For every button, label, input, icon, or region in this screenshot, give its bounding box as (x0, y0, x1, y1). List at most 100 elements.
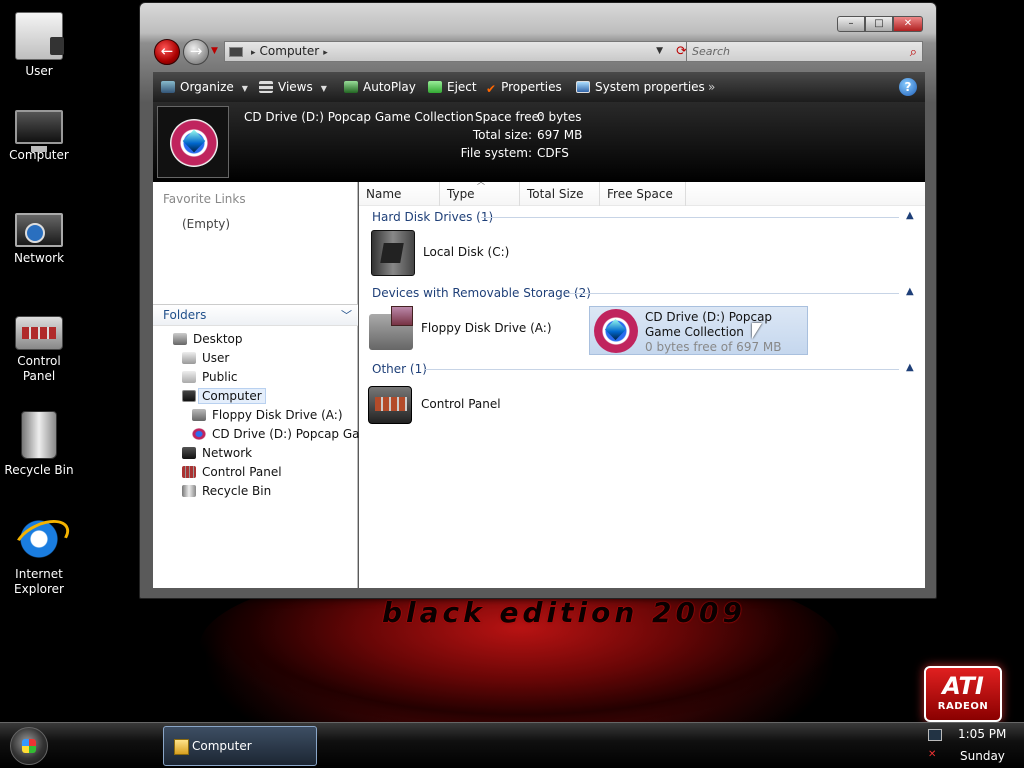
floppy-drive-icon (369, 306, 413, 350)
tree-item-desktop[interactable]: Desktop (173, 330, 243, 349)
properties-button[interactable]: ✔ Properties (486, 72, 562, 103)
breadcrumb-separator: ▸ (251, 48, 256, 58)
group-divider (425, 369, 899, 370)
network-tray-icon[interactable] (928, 729, 942, 741)
user-folder-icon (15, 12, 64, 60)
minimize-button[interactable]: – (837, 16, 865, 32)
chevron-down-icon: ▼ (320, 84, 327, 93)
favorite-links-heading: Favorite Links (163, 192, 246, 206)
tree-item-label: Floppy Disk Drive (A:) (212, 408, 343, 422)
desktop-icon-network[interactable]: Network (0, 205, 78, 266)
collapse-group-icon[interactable]: ▲ (906, 210, 914, 221)
tree-item-label: CD Drive (D:) Popcap Game (212, 427, 379, 441)
tree-item-label: Network (202, 446, 253, 460)
eject-icon (428, 81, 442, 93)
maximize-button[interactable]: □ (865, 16, 893, 32)
autoplay-icon (344, 81, 358, 93)
collapse-group-icon[interactable]: ▲ (906, 286, 914, 297)
hard-disk-icon (371, 230, 415, 276)
drive-item-local-disk[interactable]: Local Disk (C:) (371, 230, 571, 278)
desktop-icon-recycle-bin[interactable]: Recycle Bin (0, 411, 78, 478)
eject-button[interactable]: Eject (428, 72, 477, 103)
views-icon (259, 81, 273, 93)
organize-button[interactable]: Organize ▼ (161, 72, 248, 103)
tree-item-computer[interactable]: Computer (182, 387, 266, 406)
autoplay-button[interactable]: AutoPlay (344, 72, 416, 103)
window-controls: – □ ✕ (837, 16, 923, 32)
desktop-icon-internet-explorer[interactable]: Internet Explorer (0, 515, 78, 597)
close-button[interactable]: ✕ (893, 16, 923, 32)
tree-item-user[interactable]: User (182, 349, 229, 368)
tree-item-label: Recycle Bin (202, 484, 272, 498)
group-header-hard-disk-drives[interactable]: Hard Disk Drives (1) (372, 209, 493, 225)
start-button[interactable] (10, 727, 48, 765)
search-placeholder: Search (692, 45, 731, 58)
drive-item-cd-drive[interactable]: CD Drive (D:) Popcap Game Collection 0 b… (589, 306, 808, 355)
folders-header[interactable]: Folders ﹀ (153, 304, 358, 326)
eject-label: Eject (447, 80, 477, 94)
desktop-icon-control-panel[interactable]: Control Panel (0, 308, 78, 384)
group-header-removable-storage[interactable]: Devices with Removable Storage (2) (372, 285, 591, 301)
recent-pages-dropdown-icon[interactable]: ▼ (211, 46, 218, 56)
column-header-total-size[interactable]: Total Size (520, 182, 600, 206)
user-folder-icon (182, 352, 196, 364)
organize-icon (161, 81, 175, 93)
search-icon[interactable]: ⌕ (910, 43, 917, 62)
breadcrumb-computer[interactable]: Computer (260, 44, 320, 58)
address-bar[interactable]: ▸ Computer ▸ ▼ ⟳ (224, 41, 694, 62)
group-header-other[interactable]: Other (1) (372, 361, 427, 377)
system-properties-button[interactable]: System properties (576, 72, 705, 103)
tree-item-public[interactable]: Public (182, 368, 238, 387)
computer-icon (15, 110, 63, 152)
more-commands-button[interactable]: » (708, 72, 715, 103)
popcap-gem-icon (192, 428, 206, 440)
command-bar: Organize ▼ Views ▼ AutoPlay Eject ✔ Propert… (153, 71, 925, 102)
tree-item-label: Control Panel (202, 465, 282, 479)
breadcrumb-separator[interactable]: ▸ (323, 48, 328, 58)
views-button[interactable]: Views ▼ (259, 72, 327, 103)
desktop-icon-label: Network (13, 251, 65, 265)
tree-item-network[interactable]: Network (182, 444, 252, 463)
wallpaper-graphic: black edition 2009 (382, 596, 746, 629)
ati-logo-text: ATI (942, 672, 984, 700)
tree-item-recycle-bin[interactable]: Recycle Bin (182, 482, 271, 501)
column-header-free-space[interactable]: Free Space (600, 182, 686, 206)
details-pane: CD Drive (D:) Popcap Game Collection Spa… (153, 102, 925, 182)
back-button[interactable]: ← (154, 39, 180, 65)
organize-label: Organize (180, 80, 234, 94)
collapse-group-icon[interactable]: ▲ (906, 362, 914, 373)
chevron-down-icon[interactable]: ﹀ (341, 305, 352, 326)
item-label: Control Panel (421, 397, 501, 411)
search-input[interactable]: Search ⌕ (686, 41, 923, 62)
control-panel-icon (182, 466, 196, 478)
drive-item-floppy[interactable]: Floppy Disk Drive (A:) (369, 306, 569, 354)
item-control-panel[interactable]: Control Panel (368, 382, 568, 430)
address-dropdown-icon[interactable]: ▼ (656, 42, 663, 61)
desktop-icon-label: Control Panel (17, 354, 61, 383)
navigation-bar: ← → ▼ ▸ Computer ▸ ▼ ⟳ Search ⌕ (154, 39, 924, 67)
chevron-down-icon: ▼ (241, 84, 248, 93)
desktop-icon-label: Internet Explorer (14, 567, 64, 596)
clock-time[interactable]: 1:05 PM (958, 727, 1006, 741)
properties-label: Properties (501, 80, 562, 94)
group-divider (567, 293, 899, 294)
public-folder-icon (182, 371, 196, 383)
clock-day[interactable]: Sunday (960, 749, 1005, 763)
desktop-icon-computer[interactable]: Computer (0, 102, 78, 163)
tree-item-label: Computer (198, 388, 266, 404)
control-panel-icon (368, 386, 412, 424)
taskbar-item-computer[interactable]: Computer (163, 726, 317, 766)
tree-item-label: Public (202, 370, 238, 384)
explorer-window: – □ ✕ ← → ▼ ▸ Computer ▸ ▼ ⟳ Search ⌕ Orga… (139, 2, 937, 599)
volume-muted-icon[interactable]: ✕ (928, 749, 942, 761)
tree-item-cd-drive[interactable]: CD Drive (D:) Popcap Game (192, 425, 379, 444)
network-icon (15, 213, 63, 247)
forward-button[interactable]: → (183, 39, 209, 65)
sort-ascending-icon: ︿ (477, 177, 485, 186)
help-icon[interactable]: ? (899, 78, 917, 96)
tree-item-control-panel[interactable]: Control Panel (182, 463, 282, 482)
floppy-drive-icon (192, 409, 206, 421)
tree-item-floppy[interactable]: Floppy Disk Drive (A:) (192, 406, 343, 425)
desktop-icon-user[interactable]: User (0, 12, 78, 79)
column-header-name[interactable]: Name (359, 182, 440, 206)
